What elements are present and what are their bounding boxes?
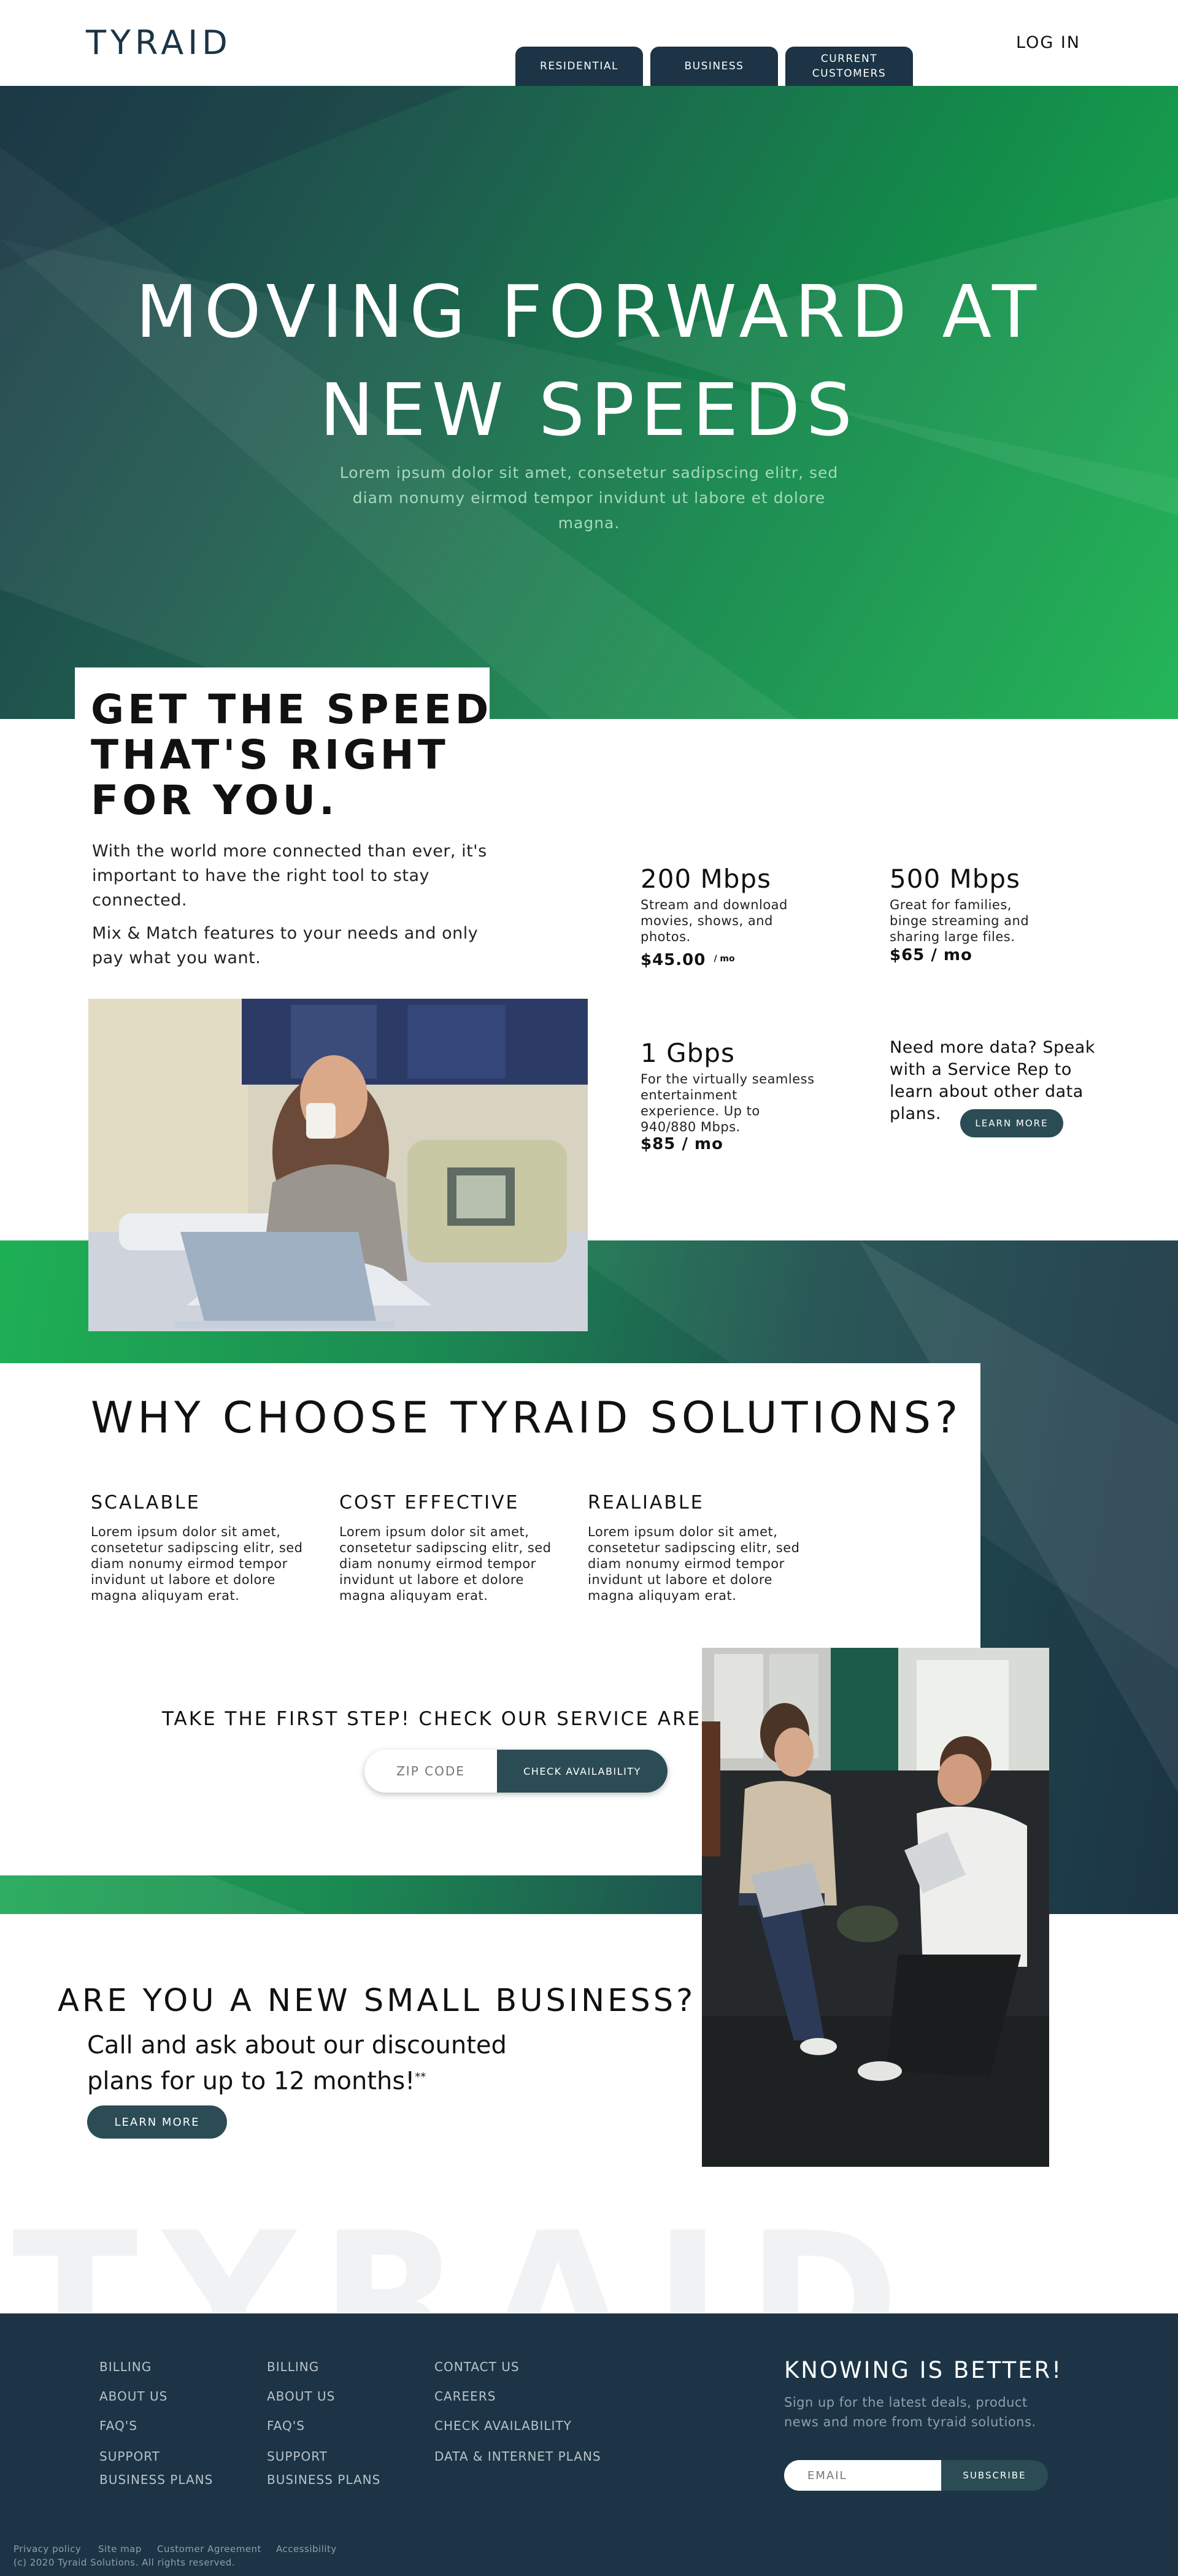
plan-1g-desc: For the virtually seamless entertainment…	[641, 1072, 815, 1134]
footer-link-about-2[interactable]: ABOUT US	[267, 2389, 335, 2404]
plan-500-price: $65 / mo	[890, 946, 972, 964]
site-footer	[0, 2313, 1178, 2576]
hero-title-line2: NEW SPEEDS	[320, 367, 858, 452]
legal-sitemap-link[interactable]: Site map	[98, 2543, 142, 2555]
hero-section: MOVING FORWARD AT NEW SPEEDS Lorem ipsum…	[0, 86, 1178, 719]
small-business-subtitle: Call and ask about our discounted plans …	[87, 2029, 553, 2097]
newsletter-title: KNOWING IS BETTER!	[784, 2357, 1063, 2383]
footer-link-billing[interactable]: BILLING	[99, 2359, 152, 2374]
woman-laptop-photo	[88, 999, 588, 1331]
hero-title: MOVING FORWARD AT NEW SPEEDS	[0, 263, 1178, 459]
learn-more-business-button[interactable]: LEARN MORE	[87, 2105, 227, 2139]
logo[interactable]: TYRAID	[86, 23, 232, 62]
plan-500-desc: Great for families, binge streaming and …	[890, 898, 1030, 944]
service-check-form: CHECK AVAILABILITY	[364, 1750, 668, 1793]
small-business-title: ARE YOU A NEW SMALL BUSINESS?	[58, 1983, 696, 2019]
site-header: TYRAID RESIDENTIAL BUSINESS CURRENT CUST…	[0, 0, 1178, 86]
legal-privacy-link[interactable]: Privacy policy	[13, 2543, 81, 2555]
why-reliable-text: Lorem ipsum dolor sit amet, consetetur s…	[588, 1524, 800, 1603]
speed-title: GET THE SPEED THAT'S RIGHT FOR YOU.	[91, 687, 496, 823]
why-title: WHY CHOOSE TYRAID SOLUTIONS?	[91, 1393, 963, 1443]
speed-intro-text: With the world more connected than ever,…	[92, 842, 487, 910]
small-business-subtitle-line2-row: plans for up to 12 months!**	[87, 2061, 553, 2097]
footer-link-faq[interactable]: FAQ'S	[99, 2418, 137, 2433]
footer-link-data-plans[interactable]: DATA & INTERNET PLANS	[434, 2449, 601, 2464]
tab-residential[interactable]: RESIDENTIAL	[515, 47, 643, 86]
newsletter-form: SUBSCRIBE	[784, 2460, 1048, 2491]
footer-link-careers[interactable]: CAREERS	[434, 2389, 496, 2404]
footer-link-contact[interactable]: CONTACT US	[434, 2359, 520, 2374]
footer-link-business-plans-2[interactable]: BUSINESS PLANS	[267, 2472, 380, 2487]
meeting-photo	[702, 1648, 1049, 2167]
why-cost-text: Lorem ipsum dolor sit amet, consetetur s…	[339, 1524, 552, 1603]
plan-200-title: 200 Mbps	[641, 864, 771, 894]
tab-current-customers[interactable]: CURRENT CUSTOMERS	[785, 47, 913, 86]
footer-link-support-2[interactable]: SUPPORT	[267, 2449, 328, 2464]
footer-link-about[interactable]: ABOUT US	[99, 2389, 167, 2404]
why-scalable-heading: SCALABLE	[91, 1492, 201, 1513]
footer-link-business-plans[interactable]: BUSINESS PLANS	[99, 2472, 213, 2487]
speed-mix-text: Mix & Match features to your needs and o…	[92, 924, 479, 967]
brand-watermark-text: TYRAID	[12, 2196, 924, 2313]
plan-1g-title: 1 Gbps	[641, 1038, 735, 1068]
speed-title-line1: GET THE SPEED	[91, 686, 493, 733]
legal-accessibility-link[interactable]: Accessibility	[276, 2543, 337, 2555]
plan-1g-price: $85 / mo	[641, 1135, 723, 1153]
plan-200-price-row: $45.00 / mo	[641, 951, 735, 969]
plan-200-price: $45.00	[641, 951, 706, 969]
login-link[interactable]: LOG IN	[1016, 33, 1080, 52]
why-reliable-heading: REALIABLE	[588, 1492, 704, 1513]
tab-business[interactable]: BUSINESS	[650, 47, 778, 86]
hero-title-line1: MOVING FORWARD AT	[135, 269, 1043, 354]
speed-title-line2: THAT'S RIGHT	[91, 731, 449, 779]
speed-title-line3: FOR YOU.	[91, 777, 339, 824]
footer-link-billing-2[interactable]: BILLING	[267, 2359, 319, 2374]
email-input[interactable]	[784, 2460, 941, 2491]
legal-agreement-link[interactable]: Customer Agreement	[157, 2543, 261, 2555]
copyright-text: (c) 2020 Tyraid Solutions. All rights re…	[13, 2557, 235, 2568]
why-cost-heading: COST EFFECTIVE	[339, 1492, 520, 1513]
brand-watermark: TYRAID	[0, 2196, 1178, 2313]
footer-link-faq-2[interactable]: FAQ'S	[267, 2418, 305, 2433]
learn-more-plans-button[interactable]: LEARN MORE	[960, 1109, 1063, 1137]
service-area-title: TAKE THE FIRST STEP! CHECK OUR SERVICE A…	[162, 1708, 717, 1730]
check-availability-button[interactable]: CHECK AVAILABILITY	[497, 1750, 668, 1793]
hero-subtitle: Lorem ipsum dolor sit amet, consetetur s…	[339, 464, 839, 532]
zip-code-input[interactable]	[364, 1750, 497, 1793]
plan-200-desc: Stream and download movies, shows, and p…	[641, 898, 788, 944]
footer-link-support[interactable]: SUPPORT	[99, 2449, 160, 2464]
plan-500-title: 500 Mbps	[890, 864, 1020, 894]
newsletter-text: Sign up for the latest deals, product ne…	[784, 2395, 1036, 2429]
subscribe-button[interactable]: SUBSCRIBE	[941, 2460, 1048, 2491]
footer-link-check-availability[interactable]: CHECK AVAILABILITY	[434, 2418, 572, 2433]
footnote-mark: **	[415, 2070, 426, 2083]
small-business-subtitle-line1: Call and ask about our discounted	[87, 2031, 507, 2059]
why-scalable-text: Lorem ipsum dolor sit amet, consetetur s…	[91, 1524, 303, 1603]
plan-200-unit: / mo	[714, 954, 735, 964]
small-business-subtitle-line2: plans for up to 12 months!	[87, 2067, 415, 2096]
